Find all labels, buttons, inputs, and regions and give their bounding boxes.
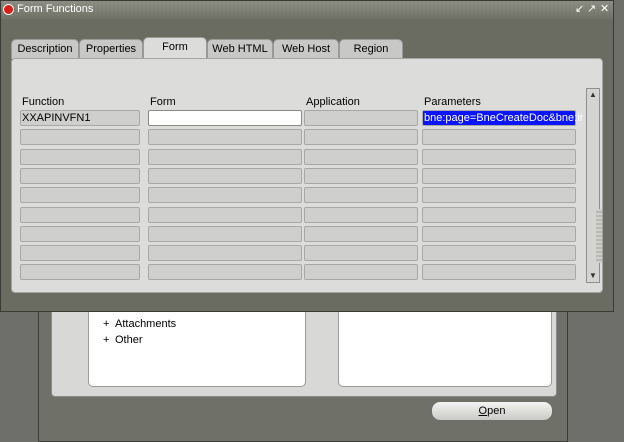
cell-value: bne:page=BneCreateDoc&bne:ir [424,112,584,124]
form-cell[interactable] [148,110,302,126]
form-cell[interactable] [148,148,302,165]
function-cell[interactable] [20,245,140,262]
expand-icon[interactable]: + [103,318,115,330]
scroll-down-icon[interactable]: ▼ [588,271,598,281]
application-cell[interactable] [304,206,418,223]
parameters-cell[interactable] [422,264,576,281]
form-cell[interactable] [148,245,302,262]
column-header-application: Application [306,96,360,108]
column-header-parameters: Parameters [424,96,481,108]
title-bar[interactable]: Form Functions ↙ ↗ ✕ [1,1,613,19]
tab-form[interactable]: Form [143,37,207,60]
function-cell[interactable] [20,264,140,281]
application-cell[interactable] [304,264,418,281]
form-cell[interactable] [148,167,302,184]
application-cell[interactable] [304,110,418,126]
tab-description[interactable]: Description [11,39,79,59]
navigator-document-list[interactable] [338,308,552,387]
form-cell[interactable] [148,264,302,281]
parameters-cell[interactable] [422,245,576,262]
function-cell[interactable] [20,206,140,223]
column-header-function: Function [22,96,65,108]
form-functions-window: Form Functions ↙ ↗ ✕ Description Propert… [0,0,614,312]
minimize-icon[interactable]: ↙ [575,3,584,15]
tree-item-label: Other [115,334,143,346]
function-cell[interactable] [20,187,140,204]
navigator-window: + Attachments + Other Open [38,300,568,442]
parameters-cell[interactable] [422,167,576,184]
expand-icon[interactable]: + [103,334,115,346]
form-cell[interactable] [148,206,302,223]
form-cell[interactable] [148,187,302,204]
tab-web-html[interactable]: Web HTML [207,39,273,59]
cell-value: XXAPINVFN1 [22,112,91,124]
form-cell[interactable] [148,225,302,242]
navigator-function-list[interactable]: + Attachments + Other [88,308,306,387]
open-button[interactable]: Open [431,401,553,421]
resize-grip-icon[interactable] [596,209,602,263]
parameters-cell[interactable] [422,225,576,242]
parameters-cell[interactable] [422,206,576,223]
function-cell[interactable] [20,129,140,146]
scroll-up-icon[interactable]: ▲ [588,90,598,100]
form-tab-panel: Function Form Application Parameters XXA… [11,58,603,293]
tab-properties[interactable]: Properties [79,39,143,59]
parameters-cell[interactable] [422,148,576,165]
application-cell[interactable] [304,167,418,184]
function-cell[interactable] [20,225,140,242]
column-header-form: Form [150,96,176,108]
application-cell[interactable] [304,245,418,262]
parameters-cell[interactable]: bne:page=BneCreateDoc&bne:ir [422,110,583,126]
application-cell[interactable] [304,148,418,165]
tree-item-label: Attachments [115,318,177,330]
application-cell[interactable] [304,129,418,146]
parameters-cell[interactable] [422,129,576,146]
maximize-icon[interactable]: ↗ [587,3,596,15]
oracle-app-icon [3,4,14,15]
application-cell[interactable] [304,187,418,204]
function-cell[interactable]: XXAPINVFN1 [20,110,140,126]
function-cell[interactable] [20,167,140,184]
parameters-cell[interactable] [422,187,576,204]
tab-region[interactable]: Region [339,39,403,59]
navigator-panel: + Attachments + Other [51,307,557,397]
form-cell[interactable] [148,129,302,146]
window-title: Form Functions [17,3,94,15]
tree-item-attachments[interactable]: + Attachments [103,318,176,330]
tab-web-host[interactable]: Web Host [273,39,339,59]
application-cell[interactable] [304,225,418,242]
tree-item-other[interactable]: + Other [103,334,143,346]
function-cell[interactable] [20,148,140,165]
close-icon[interactable]: ✕ [600,3,609,15]
